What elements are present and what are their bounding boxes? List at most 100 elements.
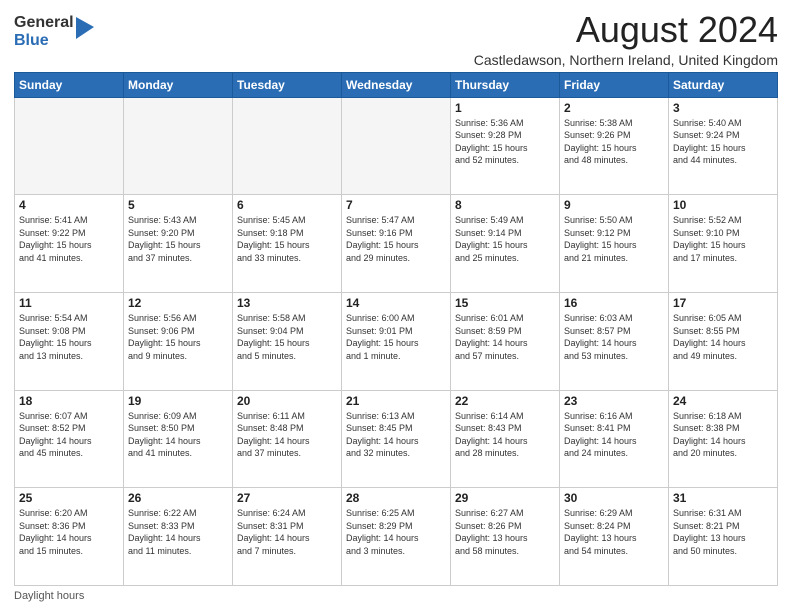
day-info: Sunrise: 6:05 AM Sunset: 8:55 PM Dayligh… (673, 312, 773, 362)
day-info: Sunrise: 5:56 AM Sunset: 9:06 PM Dayligh… (128, 312, 228, 362)
calendar-cell: 31Sunrise: 6:31 AM Sunset: 8:21 PM Dayli… (669, 488, 778, 586)
day-number: 20 (237, 394, 337, 408)
calendar-cell (342, 97, 451, 195)
day-number: 4 (19, 198, 119, 212)
calendar-cell: 10 Sunrise: 5:52 AM Sunset: 9:10 PM Dayli… (669, 195, 778, 293)
day-number: 17 (673, 296, 773, 310)
calendar-cell: 6 Sunrise: 5:45 AM Sunset: 9:18 PM Daylig… (233, 195, 342, 293)
day-number: 3 (673, 101, 773, 115)
calendar-cell: 14Sunrise: 6:00 AM Sunset: 9:01 PM Dayli… (342, 292, 451, 390)
calendar-page: General Blue August 2024 Castledawson, N… (0, 0, 792, 612)
calendar-cell (15, 97, 124, 195)
col-header-tuesday: Tuesday (233, 72, 342, 97)
calendar-header-row: SundayMondayTuesdayWednesdayThursdayFrid… (15, 72, 778, 97)
day-info: Sunrise: 5:50 AM Sunset: 9:12 PM Dayligh… (564, 214, 664, 264)
day-number: 28 (346, 491, 446, 505)
day-number: 26 (128, 491, 228, 505)
day-info: Sunrise: 6:01 AM Sunset: 8:59 PM Dayligh… (455, 312, 555, 362)
day-number: 13 (237, 296, 337, 310)
day-info: Sunrise: 5:41 AM Sunset: 9:22 PM Dayligh… (19, 214, 119, 264)
col-header-thursday: Thursday (451, 72, 560, 97)
calendar-cell (233, 97, 342, 195)
day-info: Sunrise: 6:11 AM Sunset: 8:48 PM Dayligh… (237, 410, 337, 460)
day-info: Sunrise: 5:36 AM Sunset: 9:28 PM Dayligh… (455, 117, 555, 167)
col-header-saturday: Saturday (669, 72, 778, 97)
calendar-cell: 24 Sunrise: 6:18 AM Sunset: 8:38 PM Dayli… (669, 390, 778, 488)
day-info: Sunrise: 5:47 AM Sunset: 9:16 PM Dayligh… (346, 214, 446, 264)
footer-text: Daylight hours (14, 590, 84, 602)
day-number: 11 (19, 296, 119, 310)
day-number: 21 (346, 394, 446, 408)
calendar-cell: 15Sunrise: 6:01 AM Sunset: 8:59 PM Dayli… (451, 292, 560, 390)
day-number: 24 (673, 394, 773, 408)
col-header-monday: Monday (124, 72, 233, 97)
calendar-cell: 30 Sunrise: 6:29 AM Sunset: 8:24 PM Dayli… (560, 488, 669, 586)
calendar-cell: 22 Sunrise: 6:14 AM Sunset: 8:43 PM Dayli… (451, 390, 560, 488)
calendar-cell: 20 Sunrise: 6:11 AM Sunset: 8:48 PM Dayli… (233, 390, 342, 488)
day-info: Sunrise: 5:58 AM Sunset: 9:04 PM Dayligh… (237, 312, 337, 362)
calendar-cell: 17 Sunrise: 6:05 AM Sunset: 8:55 PM Dayli… (669, 292, 778, 390)
day-number: 16 (564, 296, 664, 310)
day-info: Sunrise: 6:25 AM Sunset: 8:29 PM Dayligh… (346, 507, 446, 557)
day-info: Sunrise: 6:09 AM Sunset: 8:50 PM Dayligh… (128, 410, 228, 460)
day-info: Sunrise: 6:31 AM Sunset: 8:21 PM Dayligh… (673, 507, 773, 557)
header: General Blue August 2024 Castledawson, N… (14, 10, 778, 68)
day-number: 29 (455, 491, 555, 505)
day-info: Sunrise: 5:43 AM Sunset: 9:20 PM Dayligh… (128, 214, 228, 264)
day-number: 7 (346, 198, 446, 212)
calendar-cell: 18Sunrise: 6:07 AM Sunset: 8:52 PM Dayli… (15, 390, 124, 488)
calendar-cell: 26 Sunrise: 6:22 AM Sunset: 8:33 PM Dayli… (124, 488, 233, 586)
calendar-cell: 12 Sunrise: 5:56 AM Sunset: 9:06 PM Dayli… (124, 292, 233, 390)
calendar-table: SundayMondayTuesdayWednesdayThursdayFrid… (14, 72, 778, 586)
calendar-cell: 1 Sunrise: 5:36 AM Sunset: 9:28 PM Daylig… (451, 97, 560, 195)
col-header-wednesday: Wednesday (342, 72, 451, 97)
day-number: 25 (19, 491, 119, 505)
day-number: 5 (128, 198, 228, 212)
calendar-cell: 23 Sunrise: 6:16 AM Sunset: 8:41 PM Dayli… (560, 390, 669, 488)
location-subtitle: Castledawson, Northern Ireland, United K… (474, 52, 778, 68)
calendar-cell: 25 Sunrise: 6:20 AM Sunset: 8:36 PM Dayli… (15, 488, 124, 586)
calendar-cell: 11 Sunrise: 5:54 AM Sunset: 9:08 PM Dayli… (15, 292, 124, 390)
day-info: Sunrise: 6:14 AM Sunset: 8:43 PM Dayligh… (455, 410, 555, 460)
day-info: Sunrise: 6:16 AM Sunset: 8:41 PM Dayligh… (564, 410, 664, 460)
calendar-week-row: 4 Sunrise: 5:41 AM Sunset: 9:22 PM Daylig… (15, 195, 778, 293)
day-info: Sunrise: 5:54 AM Sunset: 9:08 PM Dayligh… (19, 312, 119, 362)
day-number: 12 (128, 296, 228, 310)
calendar-week-row: 11 Sunrise: 5:54 AM Sunset: 9:08 PM Dayli… (15, 292, 778, 390)
calendar-cell: 16Sunrise: 6:03 AM Sunset: 8:57 PM Dayli… (560, 292, 669, 390)
month-title: August 2024 (474, 10, 778, 50)
day-info: Sunrise: 5:40 AM Sunset: 9:24 PM Dayligh… (673, 117, 773, 167)
calendar-week-row: 18Sunrise: 6:07 AM Sunset: 8:52 PM Dayli… (15, 390, 778, 488)
logo: General Blue (14, 14, 94, 49)
day-info: Sunrise: 6:07 AM Sunset: 8:52 PM Dayligh… (19, 410, 119, 460)
calendar-cell: 27Sunrise: 6:24 AM Sunset: 8:31 PM Dayli… (233, 488, 342, 586)
calendar-cell (124, 97, 233, 195)
calendar-week-row: 1 Sunrise: 5:36 AM Sunset: 9:28 PM Daylig… (15, 97, 778, 195)
day-info: Sunrise: 5:52 AM Sunset: 9:10 PM Dayligh… (673, 214, 773, 264)
logo-general: General (14, 14, 74, 32)
day-number: 22 (455, 394, 555, 408)
calendar-cell: 19 Sunrise: 6:09 AM Sunset: 8:50 PM Dayli… (124, 390, 233, 488)
calendar-cell: 9Sunrise: 5:50 AM Sunset: 9:12 PM Daylig… (560, 195, 669, 293)
day-info: Sunrise: 6:18 AM Sunset: 8:38 PM Dayligh… (673, 410, 773, 460)
day-info: Sunrise: 5:38 AM Sunset: 9:26 PM Dayligh… (564, 117, 664, 167)
day-info: Sunrise: 5:45 AM Sunset: 9:18 PM Dayligh… (237, 214, 337, 264)
day-info: Sunrise: 6:29 AM Sunset: 8:24 PM Dayligh… (564, 507, 664, 557)
day-number: 30 (564, 491, 664, 505)
calendar-cell: 21 Sunrise: 6:13 AM Sunset: 8:45 PM Dayli… (342, 390, 451, 488)
day-number: 6 (237, 198, 337, 212)
day-number: 19 (128, 394, 228, 408)
calendar-cell: 28 Sunrise: 6:25 AM Sunset: 8:29 PM Dayli… (342, 488, 451, 586)
day-number: 10 (673, 198, 773, 212)
day-number: 1 (455, 101, 555, 115)
logo-blue: Blue (14, 32, 74, 50)
day-number: 2 (564, 101, 664, 115)
day-info: Sunrise: 6:20 AM Sunset: 8:36 PM Dayligh… (19, 507, 119, 557)
day-info: Sunrise: 6:22 AM Sunset: 8:33 PM Dayligh… (128, 507, 228, 557)
day-info: Sunrise: 6:24 AM Sunset: 8:31 PM Dayligh… (237, 507, 337, 557)
calendar-cell: 7 Sunrise: 5:47 AM Sunset: 9:16 PM Daylig… (342, 195, 451, 293)
calendar-cell: 8Sunrise: 5:49 AM Sunset: 9:14 PM Daylig… (451, 195, 560, 293)
day-info: Sunrise: 6:13 AM Sunset: 8:45 PM Dayligh… (346, 410, 446, 460)
day-number: 14 (346, 296, 446, 310)
day-number: 23 (564, 394, 664, 408)
